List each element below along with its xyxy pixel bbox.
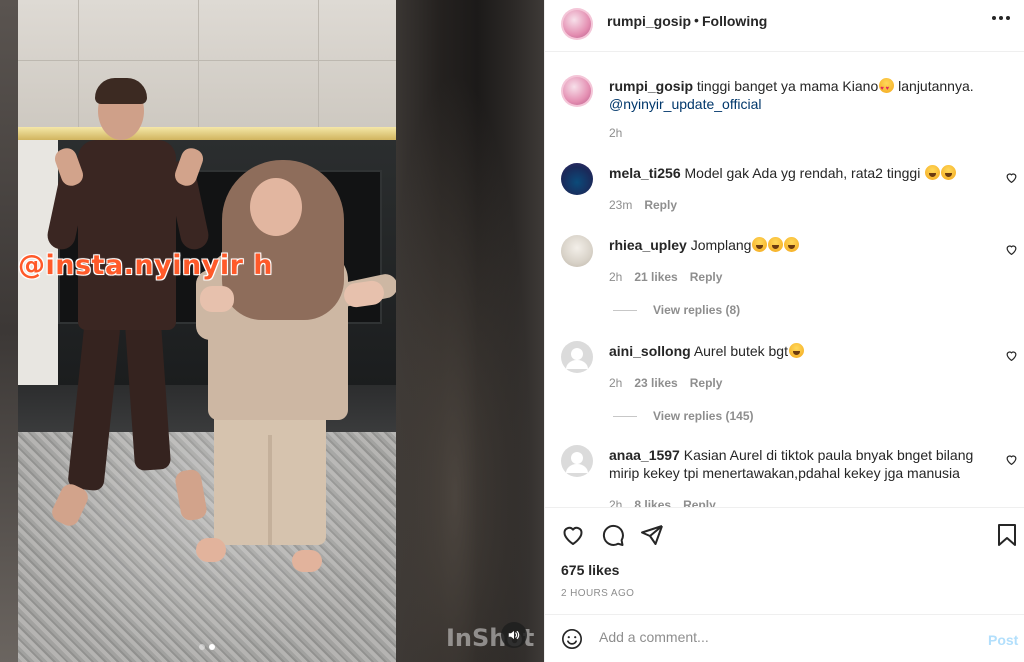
post-header: rumpi_gosip • Following — [545, 0, 1024, 52]
comment-username[interactable]: aini_sollong — [609, 343, 691, 359]
grinning-emoji — [941, 165, 957, 180]
reply-button[interactable]: Reply — [690, 376, 723, 390]
comment-text: Aurel butek bgt — [693, 343, 788, 359]
comment-time: 2h — [609, 498, 623, 507]
comment-likes[interactable]: 21 likes — [634, 270, 677, 284]
comment-input[interactable] — [599, 629, 959, 645]
comment-text: Model gak Ada yg rendah, rata2 tinggi — [684, 165, 925, 181]
reply-button[interactable]: Reply — [683, 498, 716, 507]
grinning-emoji — [752, 237, 768, 252]
reply-button[interactable]: Reply — [644, 198, 677, 212]
comment-time: 23m — [609, 198, 633, 212]
comment-username[interactable]: rhiea_upley — [609, 237, 687, 253]
caption-mention[interactable]: @nyinyir_update_official — [609, 96, 762, 112]
heart-icon[interactable] — [1005, 171, 1018, 184]
save-bookmark-icon[interactable] — [996, 523, 1018, 547]
share-icon[interactable] — [640, 523, 664, 547]
separator-dot: • — [694, 12, 699, 28]
post-comment-button[interactable]: Post — [988, 632, 1018, 648]
header-username[interactable]: rumpi_gosip — [607, 13, 691, 29]
comment-meta: 2h 23 likes Reply — [609, 376, 722, 390]
comment-time: 2h — [609, 376, 623, 390]
add-comment-bar: Post — [545, 614, 1024, 662]
wall — [18, 0, 396, 140]
comment-avatar[interactable] — [561, 341, 593, 373]
reply-button[interactable]: Reply — [690, 270, 723, 284]
grinning-emoji — [788, 343, 804, 358]
view-replies-label: View replies (145) — [653, 409, 754, 423]
heart-icon[interactable] — [1005, 349, 1018, 362]
post-details-panel: rumpi_gosip • Following rumpi_gosip ting… — [544, 0, 1024, 662]
post-media[interactable]: @insta.nyinyir h InShot — [0, 0, 544, 662]
likes-count[interactable]: 675 likes — [561, 562, 619, 578]
post-actions: 675 likes 2 HOURS AGO Post — [545, 507, 1024, 662]
heart-icon[interactable] — [1005, 453, 1018, 466]
comment-likes[interactable]: 23 likes — [634, 376, 677, 390]
video-overlay-text: @insta.nyinyir h — [18, 250, 274, 281]
carousel-indicator — [199, 644, 215, 650]
caption-time: 2h — [609, 126, 623, 140]
comment-meta: 2h 21 likes Reply — [609, 270, 722, 284]
more-options-icon[interactable] — [992, 16, 1010, 20]
caption-text: tinggi banget ya mama Kiano — [696, 78, 879, 94]
comment-icon[interactable] — [601, 523, 625, 547]
comment-meta: 2h 8 likes Reply — [609, 498, 716, 507]
grinning-emoji — [784, 237, 800, 252]
caption-meta: 2h — [609, 126, 622, 140]
grinning-emoji — [925, 165, 941, 180]
comment-username[interactable]: mela_ti256 — [609, 165, 681, 181]
carousel-dot-active — [209, 644, 215, 650]
comment-text: Jomplang — [690, 237, 752, 253]
comment-meta: 23m Reply — [609, 198, 677, 212]
grinning-emoji — [768, 237, 784, 252]
comment-time: 2h — [609, 270, 623, 284]
blurred-background-right — [396, 0, 544, 662]
comment-username[interactable]: anaa_1597 — [609, 447, 680, 463]
caption-username[interactable]: rumpi_gosip — [609, 78, 693, 94]
audio-toggle-button[interactable] — [501, 622, 527, 648]
video-frame[interactable]: @insta.nyinyir h — [18, 0, 396, 662]
following-button[interactable]: Following — [702, 13, 767, 29]
view-replies-label: View replies (8) — [653, 303, 741, 317]
comments-list[interactable]: rumpi_gosip tinggi banget ya mama Kiano … — [545, 53, 1024, 507]
comment: aini_sollong Aurel butek bgt — [609, 342, 989, 360]
default-avatar-icon — [566, 348, 588, 369]
comment-likes[interactable]: 8 likes — [634, 498, 671, 507]
comment-avatar[interactable] — [561, 235, 593, 267]
caption-avatar[interactable] — [561, 75, 593, 107]
heart-icon[interactable] — [1005, 243, 1018, 256]
comment: rhiea_upley Jomplang — [609, 236, 989, 254]
post-timestamp: 2 HOURS AGO — [561, 588, 635, 599]
view-replies-button[interactable]: View replies (8) — [613, 303, 740, 317]
comment: anaa_1597 Kasian Aurel di tiktok paula b… — [609, 446, 994, 482]
emoji-picker-icon[interactable] — [561, 628, 583, 650]
speaker-icon — [508, 630, 520, 640]
caption-text-after: lanjutannya. — [894, 78, 974, 94]
view-replies-button[interactable]: View replies (145) — [613, 409, 754, 423]
carousel-dot — [199, 644, 205, 650]
like-heart-icon[interactable] — [561, 523, 585, 547]
heart-eyes-emoji — [879, 78, 895, 98]
default-avatar-icon — [566, 452, 588, 473]
avatar[interactable] — [561, 8, 593, 40]
caption: rumpi_gosip tinggi banget ya mama Kiano … — [609, 77, 999, 113]
comment-avatar[interactable] — [561, 445, 593, 477]
comment-avatar[interactable] — [561, 163, 593, 195]
comment: mela_ti256 Model gak Ada yg rendah, rata… — [609, 164, 989, 182]
blurred-background-left — [0, 0, 18, 662]
